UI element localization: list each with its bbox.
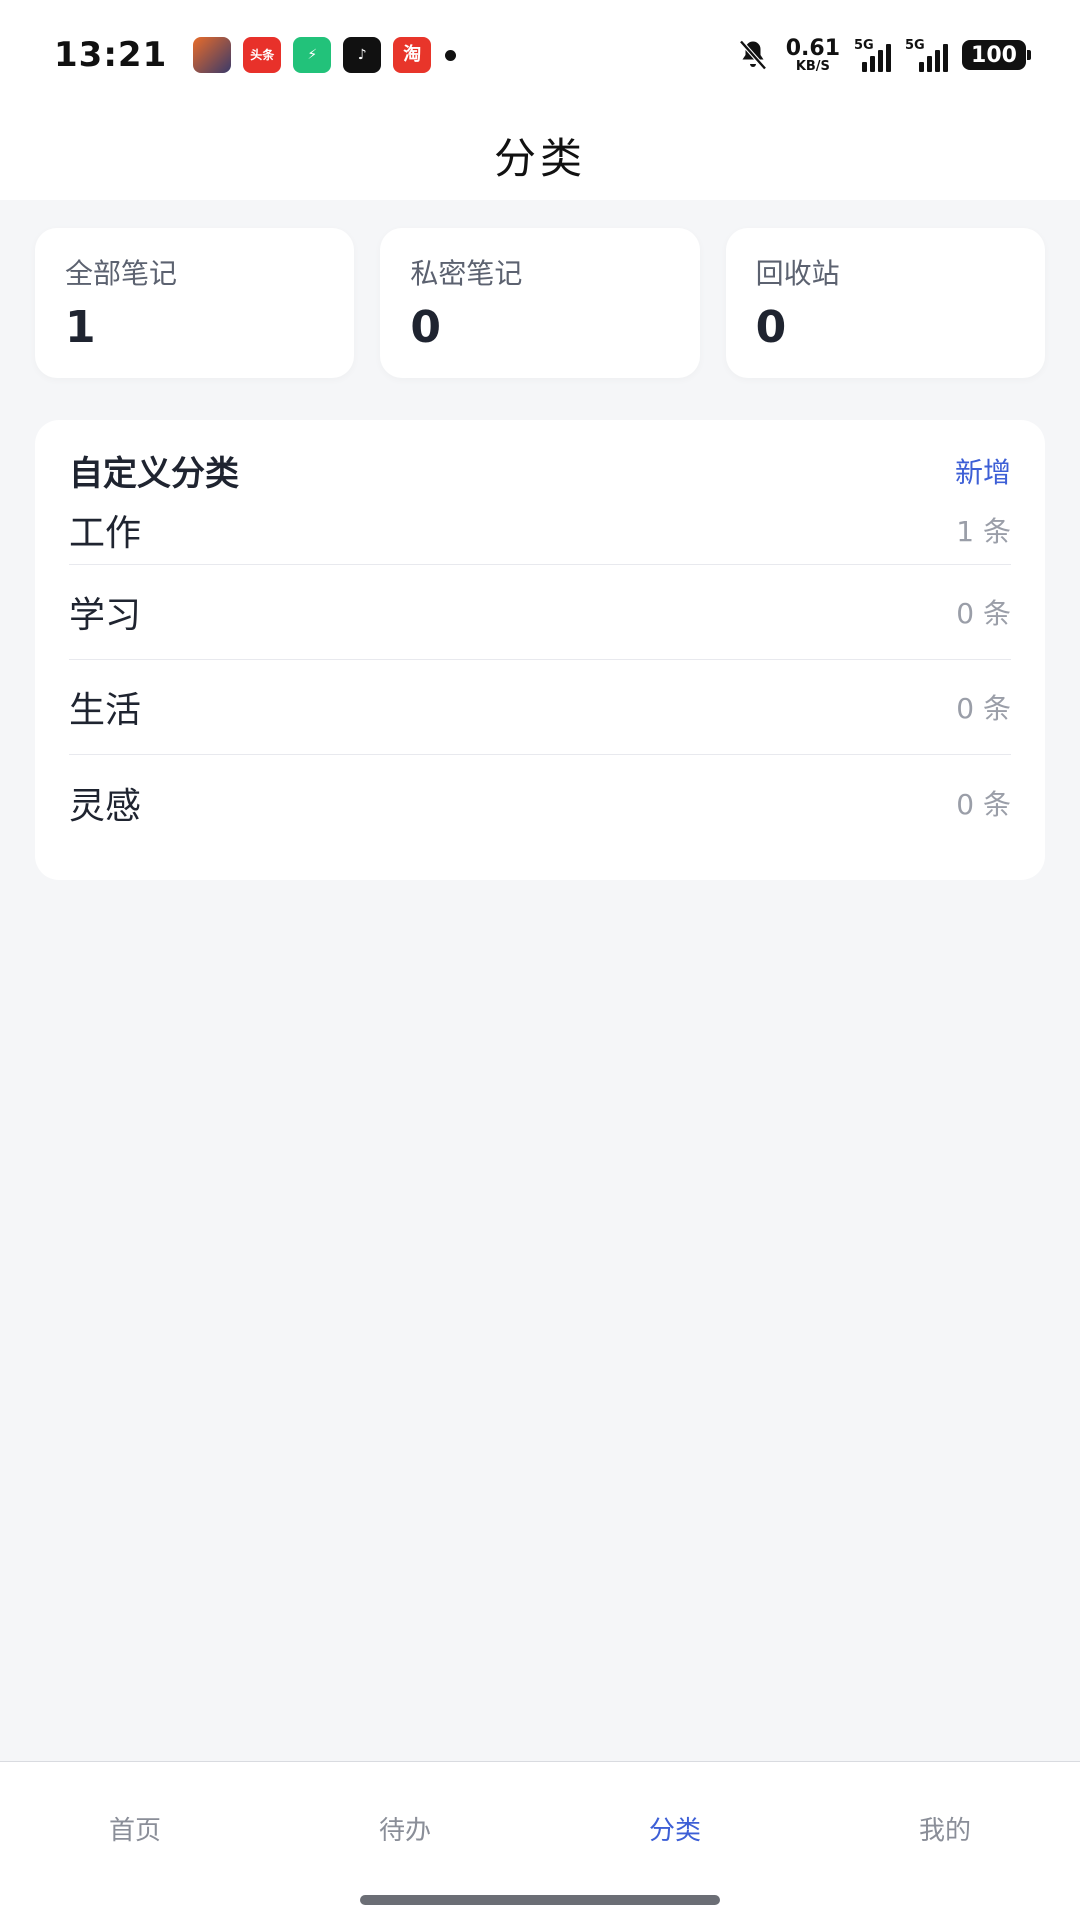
tab-todo[interactable]: 待办 — [270, 1810, 540, 1847]
stat-label: 全部笔记 — [65, 257, 178, 290]
categories-title: 自定义分类 — [69, 454, 239, 494]
more-notifications-dot-icon — [445, 49, 457, 61]
stat-label: 回收站 — [755, 257, 840, 290]
taobao-app-icon: 淘 — [393, 37, 432, 73]
category-name: 工作 — [69, 512, 142, 554]
status-time: 13:21 — [54, 35, 168, 75]
stat-value: 0 — [755, 302, 787, 353]
category-name: 学习 — [69, 595, 142, 636]
category-count: 0 条 — [956, 692, 1011, 725]
signal-strength-1-icon: 5G — [854, 38, 891, 72]
game-app-icon — [193, 37, 232, 73]
network-speed: 0.61 KB/S — [785, 35, 840, 74]
tiktok-app-icon: ♪ — [343, 37, 382, 73]
category-list: 工作 1 条 学习 0 条 生活 0 条 灵感 0 条 — [69, 495, 1011, 850]
tab-mine[interactable]: 我的 — [810, 1810, 1080, 1847]
top-nav-bar: 分类 — [0, 110, 1080, 200]
bell-muted-icon — [739, 40, 767, 70]
home-indicator[interactable] — [360, 1895, 720, 1905]
category-item-inspiration[interactable]: 灵感 0 条 — [69, 755, 1011, 850]
notification-app-icons: 头条 ⚡ ♪ 淘 — [193, 37, 432, 73]
category-item-life[interactable]: 生活 0 条 — [69, 660, 1011, 755]
add-category-button[interactable]: 新增 — [955, 451, 1011, 491]
network-speed-value: 0.61 — [785, 35, 840, 61]
stat-value: 0 — [410, 302, 441, 353]
status-bar: 13:21 头条 ⚡ ♪ 淘 0.61 KB/S 5G 5G 100 — [0, 0, 1080, 110]
category-name: 生活 — [69, 690, 142, 731]
stat-card-all-notes[interactable]: 全部笔记 1 — [35, 228, 355, 378]
stat-card-recycle-bin[interactable]: 回收站 0 — [725, 228, 1045, 378]
battery-app-icon: ⚡ — [293, 37, 332, 73]
category-item-study[interactable]: 学习 0 条 — [69, 565, 1011, 660]
main-content: 全部笔记 1 私密笔记 0 回收站 0 自定义分类 新增 工作 1 条 学习 0… — [0, 200, 1080, 880]
category-item-work[interactable]: 工作 1 条 — [69, 495, 1011, 565]
toutiao-app-icon: 头条 — [243, 37, 282, 73]
category-count: 1 条 — [956, 514, 1011, 548]
network-speed-unit: KB/S — [795, 58, 830, 74]
tab-category[interactable]: 分类 — [540, 1810, 810, 1847]
stats-row: 全部笔记 1 私密笔记 0 回收站 0 — [0, 200, 1080, 378]
categories-header: 自定义分类 新增 — [69, 446, 1011, 495]
tab-home[interactable]: 首页 — [0, 1810, 270, 1847]
category-count: 0 条 — [956, 597, 1011, 630]
custom-categories-card: 自定义分类 新增 工作 1 条 学习 0 条 生活 0 条 灵感 0 条 — [35, 420, 1045, 880]
page-title: 分类 — [493, 133, 586, 183]
stat-value: 1 — [65, 302, 96, 353]
status-right: 0.61 KB/S 5G 5G 100 — [734, 35, 1031, 74]
battery-icon: 100 — [962, 40, 1031, 70]
stat-card-private-notes[interactable]: 私密笔记 0 — [380, 228, 700, 378]
stat-label: 私密笔记 — [410, 257, 523, 290]
signal-strength-2-icon: 5G — [905, 38, 948, 72]
signal-2-label: 5G — [905, 38, 925, 53]
category-count: 0 条 — [956, 787, 1011, 821]
category-name: 灵感 — [69, 785, 142, 827]
signal-1-label: 5G — [854, 38, 874, 53]
